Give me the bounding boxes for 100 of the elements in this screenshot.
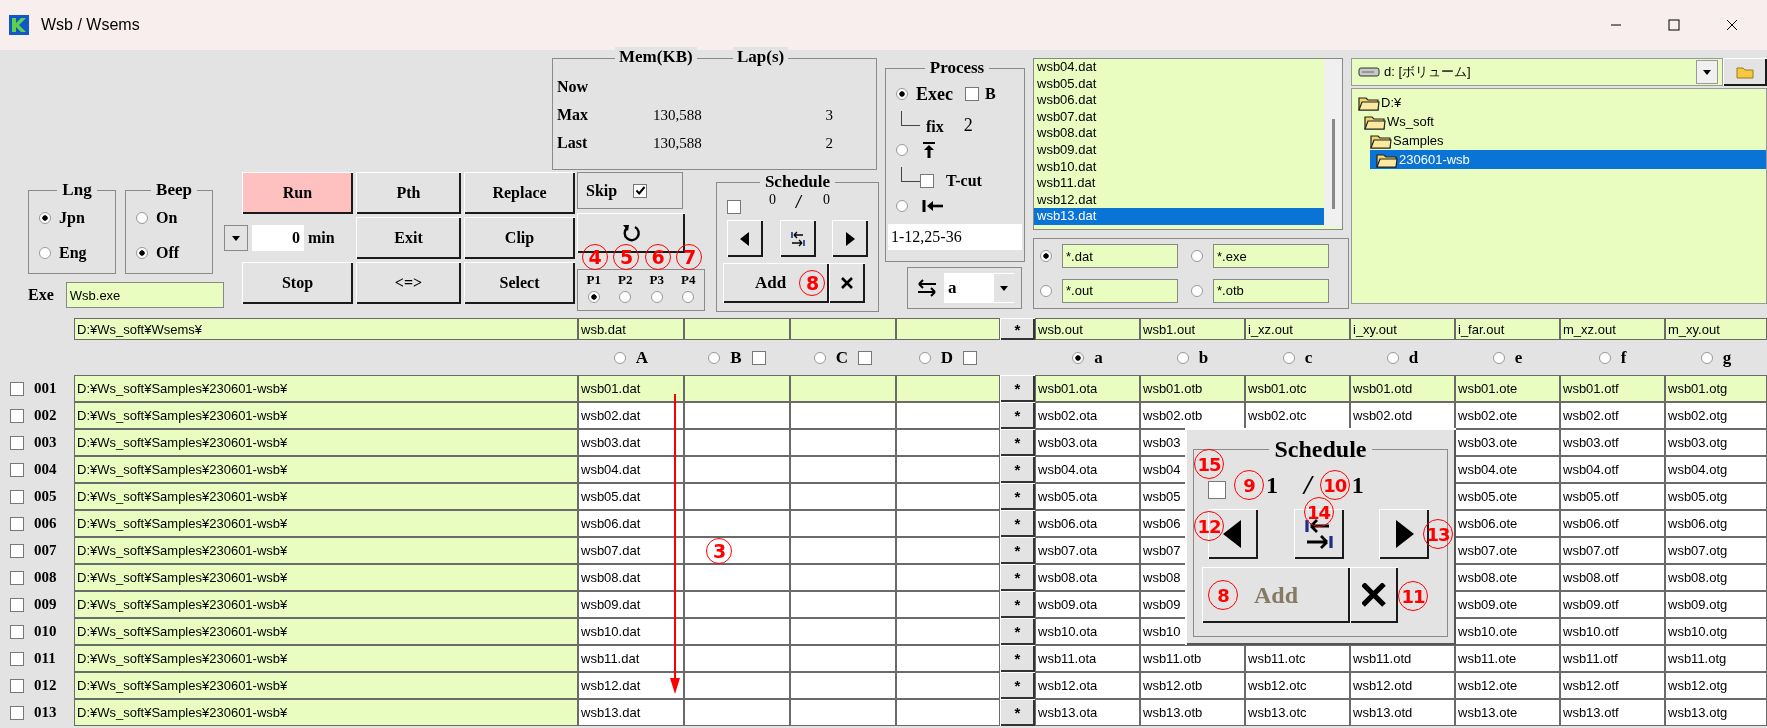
star-button[interactable]: * [1000, 618, 1035, 645]
radio-button[interactable] [1282, 351, 1295, 364]
tree-item[interactable]: 230601-wsb [1370, 150, 1766, 169]
action-button[interactable]: Clip [464, 217, 575, 259]
checkbox[interactable] [10, 435, 24, 450]
checkbox[interactable] [10, 543, 24, 558]
filter-field[interactable]: *.out [1062, 278, 1178, 303]
radio-button[interactable] [1176, 351, 1189, 364]
radio-button[interactable] [587, 291, 600, 303]
list-item[interactable]: wsb07.dat [1034, 108, 1324, 126]
star-button[interactable]: * [1000, 591, 1035, 618]
swap-icon[interactable] [916, 279, 938, 297]
radio-button[interactable] [1072, 351, 1085, 364]
filter-field[interactable]: *.dat [1062, 244, 1178, 269]
radio-button[interactable] [682, 291, 695, 303]
checkbox[interactable] [858, 350, 873, 365]
star-button[interactable]: * [1000, 564, 1035, 591]
checkbox[interactable] [10, 462, 24, 477]
radio-button[interactable] [896, 88, 908, 100]
radio-button[interactable] [918, 351, 931, 364]
delete-button[interactable] [829, 263, 865, 303]
checkbox[interactable] [10, 678, 24, 693]
list-item[interactable]: wsb12.dat [1034, 191, 1324, 209]
star-button[interactable]: * [1000, 645, 1035, 672]
checkbox[interactable] [10, 651, 24, 666]
radio-button[interactable] [650, 291, 663, 303]
list-item[interactable]: wsb08.dat [1034, 125, 1324, 142]
star-button[interactable]: * [1000, 429, 1035, 456]
radio-button[interactable] [613, 351, 626, 364]
checkbox[interactable] [10, 597, 24, 612]
list-item[interactable]: wsb10.dat [1034, 158, 1324, 176]
radio-button[interactable] [1040, 284, 1052, 297]
list-item[interactable]: wsb09.dat [1034, 141, 1324, 159]
delete-button[interactable] [1350, 567, 1398, 623]
previous-button[interactable] [727, 220, 763, 257]
star-button[interactable]: * [1000, 672, 1035, 699]
action-button[interactable]: Pth [356, 172, 461, 214]
action-button[interactable]: <=> [356, 262, 461, 304]
star-button[interactable]: * [1000, 510, 1035, 537]
tree-item[interactable]: D:¥ [1352, 93, 1766, 112]
radio-button[interactable] [1191, 250, 1203, 263]
action-button[interactable]: Exit [356, 217, 461, 259]
minutes-field[interactable]: 0 [252, 225, 304, 251]
star-button[interactable]: * [1000, 402, 1035, 429]
radio-button[interactable] [136, 211, 148, 224]
star-button[interactable]: * [1000, 699, 1035, 726]
checkbox[interactable] [10, 705, 24, 720]
star-button[interactable]: * [1000, 483, 1035, 510]
exe-field[interactable]: Wsb.exe [65, 282, 224, 308]
checkbox[interactable] [10, 516, 24, 531]
checkbox[interactable] [965, 87, 979, 101]
dropdown-button[interactable] [224, 225, 248, 251]
action-button[interactable]: Run [242, 172, 353, 214]
radio-button[interactable] [813, 351, 826, 364]
tree-item[interactable]: Ws_soft [1358, 112, 1766, 131]
filter-field[interactable]: *.exe [1213, 244, 1329, 269]
star-button[interactable]: * [1000, 318, 1035, 340]
jump-button[interactable] [779, 220, 816, 257]
radio-button[interactable] [896, 200, 908, 212]
checkbox[interactable] [751, 350, 766, 365]
radio-button[interactable] [708, 351, 721, 364]
checkbox[interactable] [727, 200, 741, 214]
radio-button[interactable] [1386, 351, 1399, 364]
checkbox[interactable] [633, 183, 648, 198]
radio-button[interactable] [39, 247, 51, 260]
star-button[interactable]: * [1000, 537, 1035, 564]
column-select[interactable]: a [944, 273, 1014, 303]
radio-button[interactable] [619, 291, 632, 303]
list-item[interactable]: wsb13.dat [1034, 208, 1324, 225]
range-field[interactable]: 1-12,25-36 [888, 224, 1022, 250]
radio-button[interactable] [1040, 250, 1052, 263]
checkbox[interactable] [10, 489, 24, 504]
checkbox[interactable] [10, 408, 24, 423]
checkbox[interactable] [963, 350, 978, 365]
list-item[interactable]: wsb06.dat [1034, 92, 1324, 109]
folder-button[interactable] [1723, 58, 1767, 86]
radio-button[interactable] [1700, 351, 1713, 364]
filter-field[interactable]: *.otb [1213, 278, 1329, 303]
radio-button[interactable] [896, 144, 908, 156]
radio-button[interactable] [1492, 351, 1505, 364]
checkbox[interactable] [920, 174, 934, 188]
checkbox[interactable] [10, 570, 24, 585]
radio-button[interactable] [39, 211, 51, 224]
action-button[interactable]: Stop [242, 262, 353, 304]
list-item[interactable]: wsb04.dat [1034, 59, 1324, 76]
checkbox[interactable] [1208, 481, 1226, 499]
checkbox[interactable] [10, 381, 24, 396]
radio-button[interactable] [1598, 351, 1611, 364]
next-button[interactable] [832, 220, 868, 257]
radio-button[interactable] [1191, 284, 1203, 297]
star-button[interactable]: * [1000, 375, 1035, 402]
next-button[interactable] [1379, 509, 1429, 559]
star-button[interactable]: * [1000, 456, 1035, 483]
drive-select[interactable]: d: [ボリューム] [1351, 58, 1723, 86]
tree-item[interactable]: Samples [1364, 131, 1766, 150]
checkbox[interactable] [10, 624, 24, 639]
action-button[interactable]: Replace [464, 172, 575, 214]
list-item[interactable]: wsb05.dat [1034, 75, 1324, 93]
action-button[interactable]: Select [464, 262, 575, 304]
list-item[interactable]: wsb11.dat [1034, 175, 1324, 192]
